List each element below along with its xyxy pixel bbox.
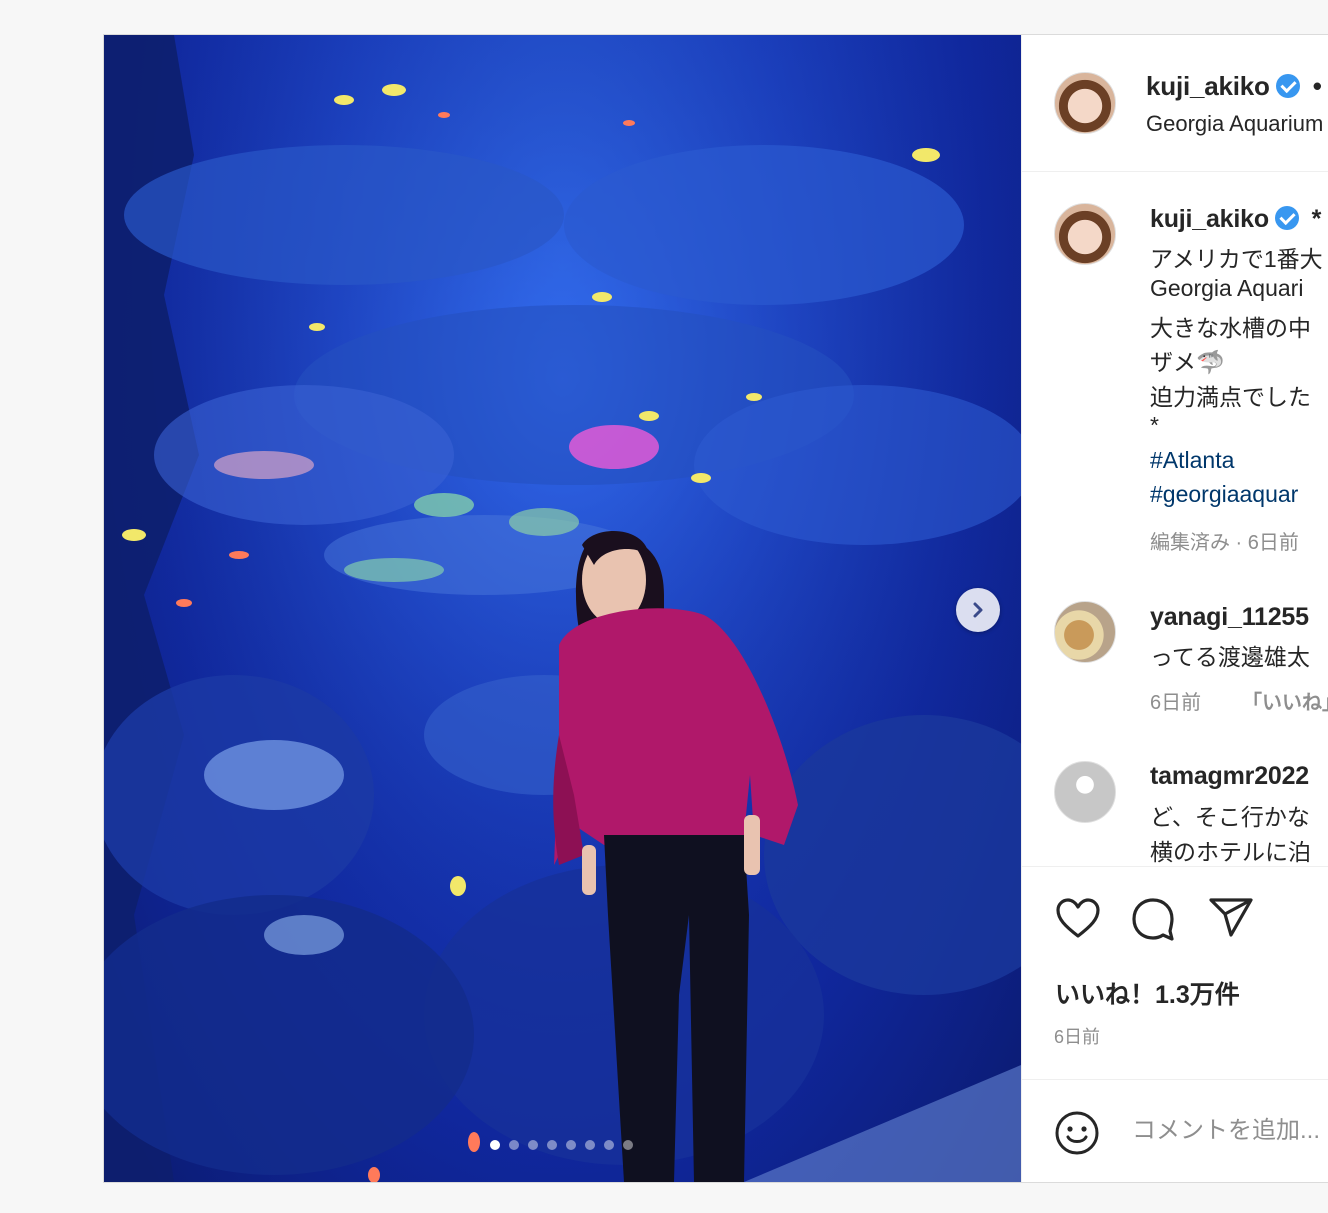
slide-dot (490, 1140, 500, 1150)
comment-text: ってる渡邊雄太 (1150, 644, 1310, 670)
comment-likes-link[interactable]: 「いいね」 (1242, 686, 1328, 715)
hashtag-link[interactable]: #Atlanta (1150, 447, 1234, 474)
post-date: 6日前 (1054, 1027, 1101, 1047)
commenter-username[interactable]: yanagi_11255 (1150, 603, 1309, 632)
comment-input[interactable] (1130, 1110, 1328, 1152)
commenter-username[interactable]: tamagmr2022 (1150, 762, 1309, 791)
hashtag-link[interactable]: #georgiaaquar (1150, 481, 1298, 508)
slide-dot (547, 1140, 557, 1150)
commenter-avatar[interactable] (1054, 761, 1116, 823)
heart-icon[interactable] (1055, 897, 1101, 939)
comment-text: ど、そこ行かな (1150, 804, 1310, 830)
commenter-avatar[interactable] (1054, 601, 1116, 663)
slide-dot (604, 1140, 614, 1150)
slide-dot (509, 1140, 519, 1150)
caption-line: 迫力満点でした (1150, 384, 1311, 410)
caption-line: * (1150, 412, 1159, 438)
author-avatar[interactable] (1054, 72, 1116, 134)
send-icon[interactable] (1208, 897, 1254, 939)
post-container: kuji_akiko • Georgia Aquarium kuji_akiko… (103, 34, 1328, 1183)
caption-username[interactable]: kuji_akiko * (1150, 205, 1321, 234)
slide-dot (566, 1140, 576, 1150)
chevron-right-icon (973, 602, 983, 618)
comment-text: 横のホテルに泊 (1150, 839, 1311, 865)
caption-avatar[interactable] (1054, 203, 1116, 265)
likes-count[interactable]: いいね！1.3万件 (1055, 975, 1240, 1011)
next-slide-button[interactable] (956, 588, 1000, 632)
location-link[interactable]: Georgia Aquarium (1146, 111, 1323, 137)
post-header: kuji_akiko • Georgia Aquarium (1022, 35, 1328, 172)
author-username[interactable]: kuji_akiko • (1146, 71, 1322, 102)
separator: • (1312, 71, 1322, 101)
caption-star: * (1311, 205, 1322, 233)
aquarium-photo (104, 35, 1021, 1182)
caption-meta: 編集済み · 6日前 (1150, 532, 1299, 554)
author-username-text[interactable]: kuji_akiko (1146, 71, 1270, 101)
caption-line: ザメ🦈 (1150, 349, 1225, 375)
verified-badge-icon (1274, 206, 1299, 230)
caption-line: アメリカで1番大 (1150, 246, 1323, 272)
post-media[interactable] (104, 35, 1021, 1182)
slide-dot (585, 1140, 595, 1150)
smiley-icon[interactable] (1054, 1110, 1100, 1156)
caption-username-text[interactable]: kuji_akiko (1150, 205, 1269, 233)
post-sidebar: kuji_akiko • Georgia Aquarium kuji_akiko… (1021, 35, 1328, 1182)
slide-indicator (490, 1140, 633, 1150)
slide-dot (528, 1140, 538, 1150)
comments-section: kuji_akiko * アメリカで1番大 Georgia Aquari 大きな… (1022, 172, 1328, 867)
verified-badge-icon (1275, 74, 1300, 98)
caption-line: 大きな水槽の中 (1150, 315, 1311, 341)
comment-icon[interactable] (1130, 897, 1176, 941)
caption-line: Georgia Aquari (1150, 275, 1304, 301)
slide-dot (623, 1140, 633, 1150)
comment-time: 6日前 (1150, 692, 1202, 714)
